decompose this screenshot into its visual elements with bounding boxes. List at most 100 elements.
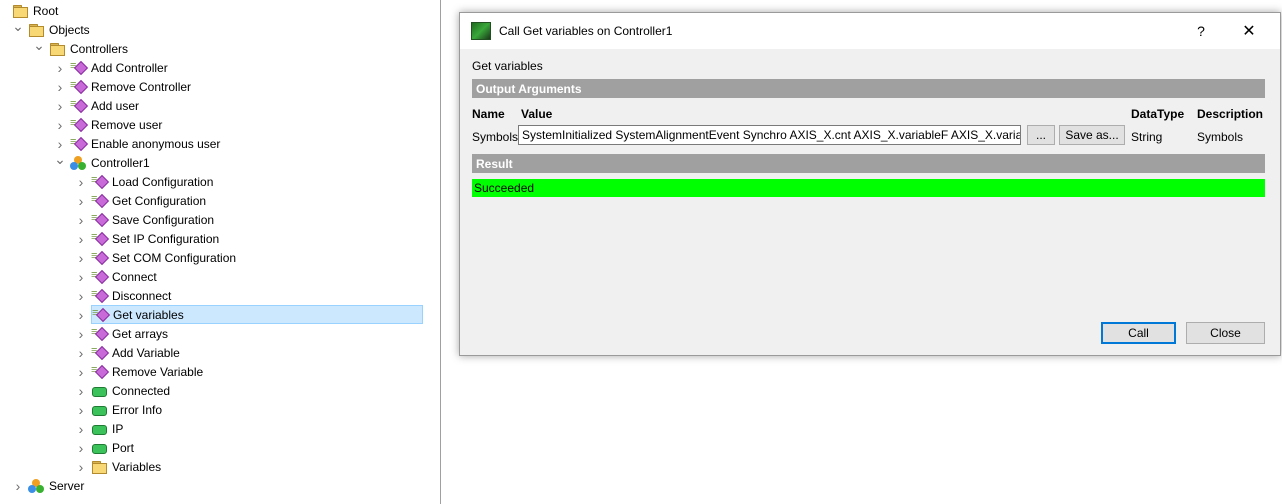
tree-item-label: Load Configuration	[112, 174, 214, 189]
method-icon	[70, 98, 86, 113]
chevron-right-icon[interactable]: ›	[75, 231, 87, 247]
tree-item-label: Get variables	[113, 307, 184, 322]
method-icon	[91, 288, 107, 303]
object-icon	[70, 155, 86, 170]
chevron-right-icon[interactable]: ›	[75, 212, 87, 228]
tree-item[interactable]: › Load Configuration	[0, 172, 440, 191]
tree-item-label: Variables	[112, 459, 162, 474]
tree-item[interactable]: › Error Info	[0, 400, 440, 419]
object-tree[interactable]: Root⌄Objects⌄Controllers›Add Controller›…	[0, 0, 441, 504]
tree-item[interactable]: › IP	[0, 419, 440, 438]
tree-item-label: Save Configuration	[112, 212, 215, 227]
chevron-right-icon[interactable]: ›	[75, 440, 87, 456]
column-datatype: DataType	[1131, 107, 1185, 121]
tree-item-label: Enable anonymous user	[91, 136, 221, 151]
chevron-right-icon[interactable]: ›	[75, 307, 87, 323]
dialog-titlebar[interactable]: Call Get variables on Controller1 ? ✕	[460, 13, 1280, 49]
argument-name: Symbols	[472, 130, 519, 144]
chevron-right-icon[interactable]: ›	[54, 60, 66, 76]
method-icon	[91, 193, 107, 208]
tree-item[interactable]: › Disconnect	[0, 286, 440, 305]
chevron-down-icon[interactable]: ⌄	[33, 37, 45, 53]
chevron-right-icon[interactable]: ›	[12, 478, 24, 494]
variable-icon	[91, 422, 107, 436]
method-icon	[91, 250, 107, 265]
tree-item-label: Add user	[91, 98, 140, 113]
variable-icon	[91, 441, 107, 455]
chevron-right-icon[interactable]: ›	[75, 459, 87, 475]
chevron-right-icon[interactable]: ›	[75, 174, 87, 190]
method-icon	[91, 269, 107, 284]
tree-item[interactable]: › Remove user	[0, 115, 440, 134]
chevron-down-icon[interactable]: ⌄	[12, 18, 24, 34]
argument-description: Symbols	[1197, 130, 1244, 144]
chevron-right-icon[interactable]: ›	[75, 345, 87, 361]
tree-item[interactable]: › Add Controller	[0, 58, 440, 77]
tree-item[interactable]: › Add user	[0, 96, 440, 115]
tree-item-label: Connect	[112, 269, 157, 284]
chevron-down-icon[interactable]: ⌄	[54, 151, 66, 167]
chevron-right-icon[interactable]: ›	[75, 421, 87, 437]
tree-item-label: Connected	[112, 383, 171, 398]
help-button[interactable]: ?	[1178, 13, 1224, 49]
tree-item-label: Add Variable	[112, 345, 180, 360]
tree-item-label: Add Controller	[91, 60, 168, 75]
variable-icon	[91, 384, 107, 398]
tree-item[interactable]: › Port	[0, 438, 440, 457]
chevron-right-icon[interactable]: ›	[75, 383, 87, 399]
chevron-right-icon[interactable]: ›	[75, 250, 87, 266]
tree-item-label: Port	[112, 440, 135, 455]
tree-item-label: Get arrays	[112, 326, 169, 341]
method-icon	[91, 364, 107, 379]
method-icon	[91, 326, 107, 341]
folder-icon	[12, 4, 28, 18]
variable-icon	[91, 403, 107, 417]
tree-item[interactable]: ⌄ Controller1	[0, 151, 440, 172]
browse-button[interactable]: ...	[1027, 125, 1055, 145]
object-icon	[28, 478, 44, 493]
tree-item[interactable]: ⌄ Controllers	[0, 37, 440, 58]
tree-item[interactable]: › Set COM Configuration	[0, 248, 440, 267]
folder-icon	[91, 460, 107, 474]
method-icon	[70, 136, 86, 151]
tree-item-label: Set IP Configuration	[112, 231, 220, 246]
chevron-right-icon[interactable]: ›	[54, 117, 66, 133]
chevron-right-icon[interactable]: ›	[54, 136, 66, 152]
tree-item[interactable]: › Remove Controller	[0, 77, 440, 96]
tree-item[interactable]: › Set IP Configuration	[0, 229, 440, 248]
chevron-right-icon[interactable]: ›	[75, 326, 87, 342]
chevron-right-icon[interactable]: ›	[75, 402, 87, 418]
call-button[interactable]: Call	[1101, 322, 1176, 344]
tree-item-label: Objects	[49, 22, 90, 37]
tree-item[interactable]: › Save Configuration	[0, 210, 440, 229]
tree-item[interactable]: › Get arrays	[0, 324, 440, 343]
method-icon	[91, 231, 107, 246]
tree-item[interactable]: › Connect	[0, 267, 440, 286]
chevron-right-icon[interactable]: ›	[54, 98, 66, 114]
tree-item[interactable]: › Get Configuration	[0, 191, 440, 210]
tree-item[interactable]: › Connected	[0, 381, 440, 400]
close-icon[interactable]: ✕	[1226, 13, 1272, 49]
tree-item[interactable]: › Remove Variable	[0, 362, 440, 381]
save-as-button[interactable]: Save as...	[1059, 125, 1125, 145]
close-button[interactable]: Close	[1186, 322, 1265, 344]
chevron-right-icon[interactable]: ›	[54, 79, 66, 95]
chevron-right-icon[interactable]: ›	[75, 269, 87, 285]
tree-item[interactable]: › Server	[0, 476, 440, 495]
tree-item[interactable]: Root	[0, 1, 440, 20]
column-description: Description	[1197, 107, 1264, 121]
chevron-right-icon[interactable]: ›	[75, 193, 87, 209]
folder-icon	[49, 42, 65, 56]
tree-item[interactable]: › Get variables	[0, 305, 440, 324]
tree-item[interactable]: ⌄ Objects	[0, 18, 440, 39]
tree-item[interactable]: › Variables	[0, 457, 440, 476]
chevron-right-icon[interactable]: ›	[75, 288, 87, 304]
tree-item[interactable]: › Enable anonymous user	[0, 134, 440, 153]
method-icon	[70, 79, 86, 94]
folder-icon	[28, 23, 44, 37]
argument-value-field[interactable]: SystemInitialized SystemAlignmentEvent S…	[518, 125, 1021, 145]
tree-item-label: Error Info	[112, 402, 163, 417]
chevron-right-icon[interactable]: ›	[75, 364, 87, 380]
tree-item[interactable]: › Add Variable	[0, 343, 440, 362]
tree-item-label: IP	[112, 421, 124, 436]
